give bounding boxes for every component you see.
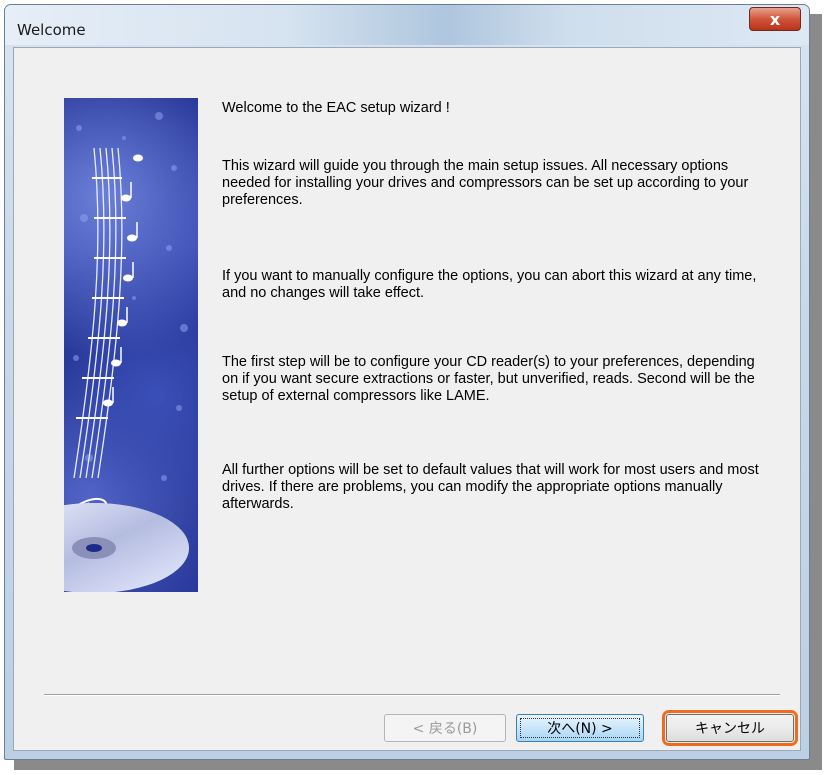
wizard-heading: Welcome to the EAC setup wizard ! xyxy=(222,100,450,116)
next-button[interactable]: 次へ(N) > xyxy=(516,714,644,742)
button-separator xyxy=(44,694,780,696)
back-button[interactable]: < 戻る(B) xyxy=(384,714,506,742)
close-button[interactable]: x xyxy=(749,7,801,31)
back-button-label: < 戻る(B) xyxy=(412,721,478,737)
paragraph-defaults: All further options will be set to defau… xyxy=(222,462,759,512)
wizard-window: Welcome x Welcome to the EAC setup wizar… xyxy=(4,4,810,760)
cancel-button-label: キャンセル xyxy=(695,721,765,737)
title-bar[interactable]: Welcome x xyxy=(5,5,809,45)
guitar-music-cd-icon xyxy=(64,112,189,592)
next-button-label: 次へ(N) > xyxy=(547,721,613,737)
close-icon: x xyxy=(769,9,781,29)
wizard-banner-image xyxy=(64,98,198,592)
paragraph-manual: If you want to manually configure the op… xyxy=(222,268,757,301)
cancel-button[interactable]: キャンセル xyxy=(662,710,798,746)
paragraph-intro: This wizard will guide you through the m… xyxy=(222,158,749,208)
paragraph-first-step: The first step will be to configure your… xyxy=(222,354,755,404)
window-title: Welcome xyxy=(17,21,86,39)
wizard-client-area: Welcome to the EAC setup wizard ! This w… xyxy=(13,47,801,751)
